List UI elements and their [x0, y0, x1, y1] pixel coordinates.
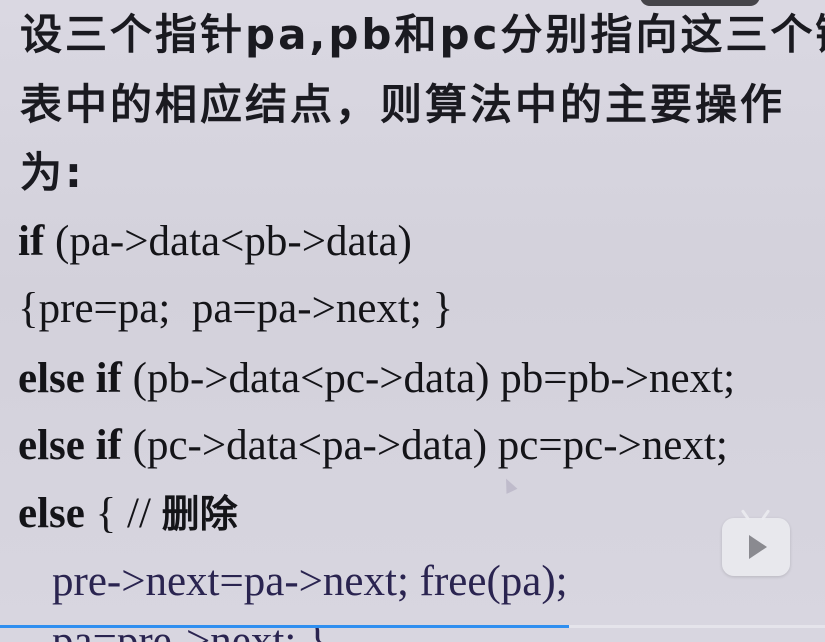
code-text: {pre=pa; pa=pa->next; } — [18, 285, 454, 332]
intro-text-line-3: 为: — [20, 148, 85, 197]
code-text: { // — [84, 490, 162, 537]
video-frame: 设三个指针pa,pb和pc分别指向这三个链 表中的相应结点，则算法中的主要操作 … — [0, 0, 825, 642]
play-icon — [749, 535, 767, 559]
code-line-2: {pre=pa; pa=pa->next; } — [18, 287, 453, 330]
code-text: (pc->data<pa->data) pc=pc->next; — [121, 422, 728, 469]
code-text: (pa->data<pb->data) — [44, 218, 412, 265]
code-keyword: else if — [18, 355, 122, 402]
code-keyword: if — [18, 218, 45, 265]
code-line-1: if (pa->data<pb->data) — [18, 220, 412, 263]
play-button[interactable] — [722, 509, 790, 576]
code-line-5: else { // 删除 — [18, 492, 238, 535]
code-line-4: else if (pc->data<pa->data) pc=pc->next; — [18, 424, 728, 467]
code-text: pa=pre->next; } — [52, 618, 328, 642]
top-overlay-pill — [640, 0, 760, 6]
mouse-cursor-icon — [500, 476, 518, 494]
code-line-6: pre->next=pa->next; free(pa); — [52, 560, 568, 603]
video-progress-bar[interactable] — [0, 625, 825, 628]
code-line-3: else if (pb->data<pc->data) pb=pb->next; — [18, 357, 735, 400]
code-text: pre->next=pa->next; free(pa); — [52, 558, 568, 605]
code-text: (pb->data<pc->data) pb=pb->next; — [121, 355, 736, 402]
tv-antenna-left — [740, 509, 751, 521]
intro-text-line-1: 设三个指针pa,pb和pc分别指向这三个链 — [20, 10, 825, 59]
code-keyword: else — [18, 490, 85, 537]
code-comment: 删除 — [161, 492, 238, 536]
code-keyword: else if — [18, 422, 122, 469]
video-progress-fill — [0, 625, 570, 628]
intro-text-line-2: 表中的相应结点，则算法中的主要操作 — [20, 80, 786, 129]
code-line-7: pa=pre->next; } — [52, 620, 328, 642]
tv-antenna-right — [760, 509, 771, 521]
